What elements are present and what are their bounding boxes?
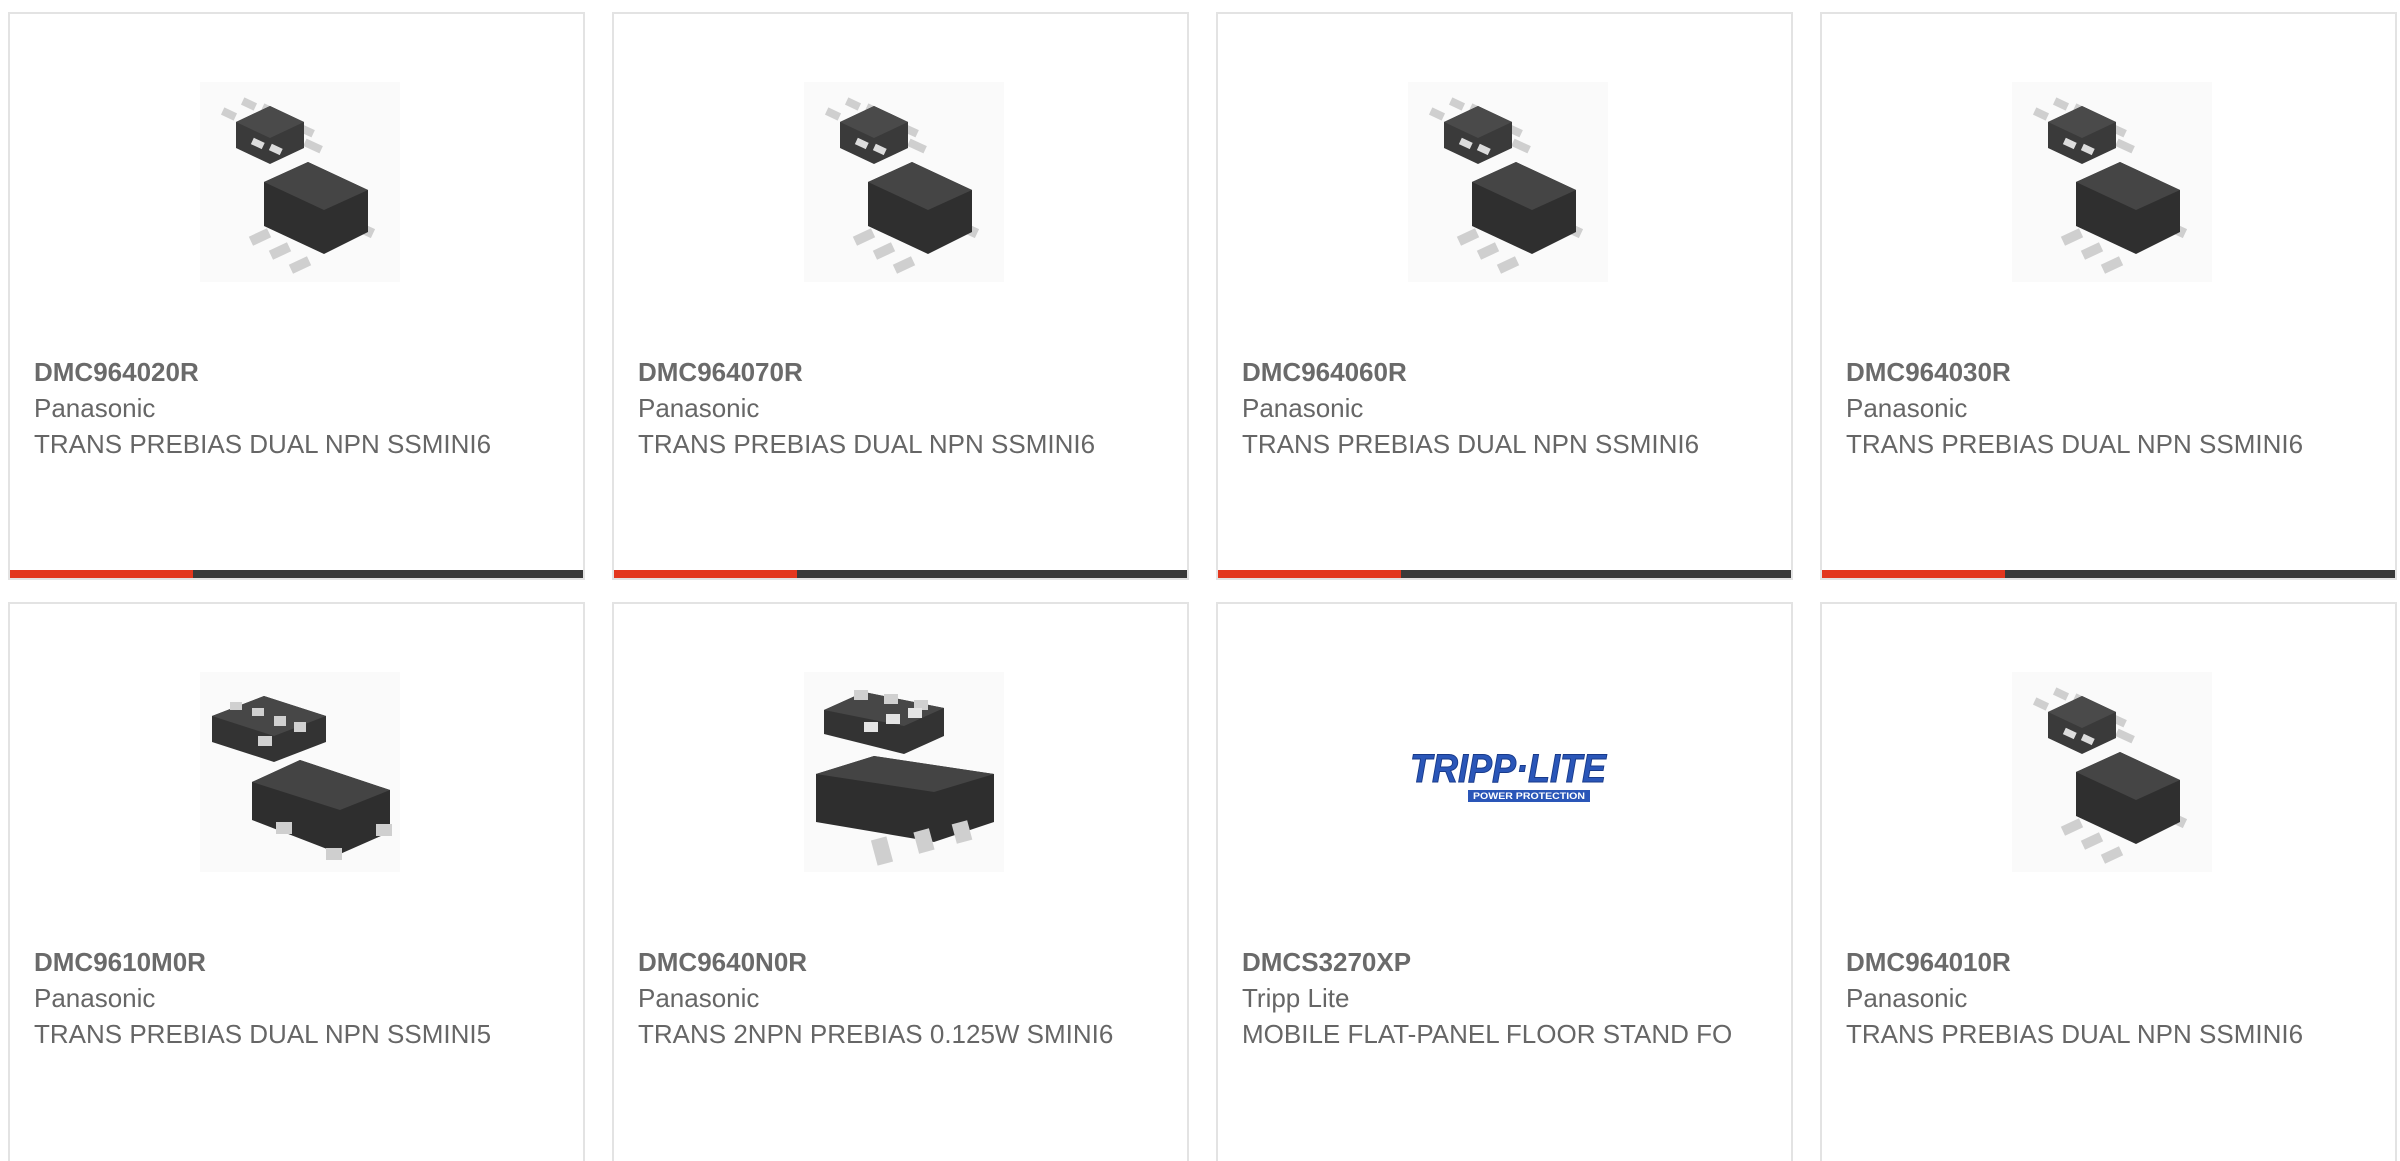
logo-text: TRIPP·LITE — [1410, 747, 1607, 791]
product-card[interactable]: TRIPP·LITE POWER PROTECTION DMCS3270XP T… — [1216, 602, 1793, 1161]
progress-bar — [1822, 570, 2395, 578]
progress-bar-fill — [1822, 570, 2006, 578]
description: TRANS PREBIAS DUAL NPN SSMINI5 — [34, 1019, 492, 1049]
product-card[interactable]: DMC9610M0R Panasonic TRANS PREBIAS DUAL … — [8, 602, 585, 1161]
progress-bar — [614, 570, 1187, 578]
progress-bar-fill — [614, 570, 798, 578]
chip-5pin-icon — [200, 672, 400, 872]
progress-bar-fill — [1218, 570, 1402, 578]
product-card[interactable]: DMC964060R Panasonic TRANS PREBIAS DUAL … — [1216, 12, 1793, 580]
manufacturer: Panasonic — [1846, 983, 1968, 1013]
tripp-lite-logo: TRIPP·LITE POWER PROTECTION — [1408, 672, 1608, 872]
description: TRANS PREBIAS DUAL NPN SSMINI6 — [1242, 429, 1700, 459]
manufacturer: Panasonic — [1846, 393, 1968, 423]
product-grid: DMC964020R Panasonic TRANS PREBIAS DUAL … — [8, 12, 2400, 1161]
description: MOBILE FLAT-PANEL FLOOR STAND FO — [1242, 1019, 1733, 1049]
manufacturer: Panasonic — [34, 393, 156, 423]
description: TRANS PREBIAS DUAL NPN SSMINI6 — [1846, 1019, 2304, 1049]
logo-subtext: POWER PROTECTION — [1473, 791, 1585, 801]
manufacturer: Tripp Lite — [1242, 983, 1350, 1013]
chip-6pin-icon — [804, 82, 1004, 282]
part-number[interactable]: DMC964020R — [34, 357, 199, 387]
part-number[interactable]: DMC964070R — [638, 357, 803, 387]
manufacturer: Panasonic — [638, 983, 760, 1013]
product-card[interactable]: DMC964030R Panasonic TRANS PREBIAS DUAL … — [1820, 12, 2397, 580]
description: TRANS PREBIAS DUAL NPN SSMINI6 — [34, 429, 492, 459]
part-number[interactable]: DMC964010R — [1846, 947, 2011, 977]
product-card[interactable]: DMC964020R Panasonic TRANS PREBIAS DUAL … — [8, 12, 585, 580]
chip-6pin-icon — [1408, 82, 1608, 282]
chip-6pin-icon — [2012, 672, 2212, 872]
part-number[interactable]: DMCS3270XP — [1242, 947, 1411, 977]
part-number[interactable]: DMC9640N0R — [638, 947, 807, 977]
chip-large-icon — [804, 672, 1004, 872]
manufacturer: Panasonic — [1242, 393, 1364, 423]
manufacturer: Panasonic — [34, 983, 156, 1013]
product-card[interactable]: DMC964070R Panasonic TRANS PREBIAS DUAL … — [612, 12, 1189, 580]
product-card[interactable]: DMC964010R Panasonic TRANS PREBIAS DUAL … — [1820, 602, 2397, 1161]
description: TRANS 2NPN PREBIAS 0.125W SMINI6 — [638, 1019, 1114, 1049]
manufacturer: Panasonic — [638, 393, 760, 423]
part-number[interactable]: DMC9610M0R — [34, 947, 206, 977]
progress-bar — [1218, 570, 1791, 578]
chip-6pin-icon — [2012, 82, 2212, 282]
part-number[interactable]: DMC964030R — [1846, 357, 2011, 387]
product-card[interactable]: DMC9640N0R Panasonic TRANS 2NPN PREBIAS … — [612, 602, 1189, 1161]
part-number[interactable]: DMC964060R — [1242, 357, 1407, 387]
description: TRANS PREBIAS DUAL NPN SSMINI6 — [638, 429, 1096, 459]
chip-6pin-icon — [200, 82, 400, 282]
description: TRANS PREBIAS DUAL NPN SSMINI6 — [1846, 429, 2304, 459]
progress-bar-fill — [10, 570, 194, 578]
progress-bar — [10, 570, 583, 578]
